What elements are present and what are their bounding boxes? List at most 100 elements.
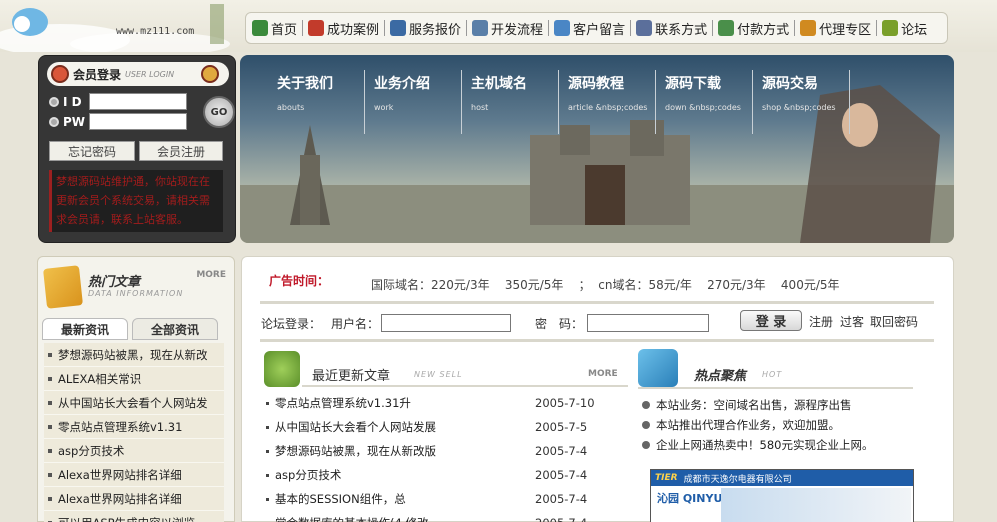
sidebar-tabs: 最新资讯 全部资讯 xyxy=(42,318,230,340)
nav-icon xyxy=(636,20,653,36)
divider xyxy=(260,339,934,342)
banner-menu-1[interactable]: 业务介绍 work xyxy=(374,73,430,112)
forum-label: 论坛登录： xyxy=(261,316,322,331)
news-date: 2005-7-4 xyxy=(535,492,588,506)
list-item[interactable]: 从中国站长大会看个人网站发 xyxy=(44,391,224,415)
member-register-button[interactable]: 会员注册 xyxy=(139,141,223,161)
nav-item-6[interactable]: 付款方式 xyxy=(718,19,789,38)
bullet-icon xyxy=(48,424,52,429)
id-label: I D xyxy=(63,94,82,109)
banner-menu-divider xyxy=(364,70,365,134)
divider xyxy=(638,387,913,389)
bullet-icon xyxy=(642,421,650,429)
hot-row[interactable]: 本站推出代理合作业务，欢迎加盟。 xyxy=(642,415,922,435)
news-row[interactable]: asp分页技术 2005-7-4 xyxy=(266,463,624,487)
nav-item-2[interactable]: 服务报价 xyxy=(390,19,461,38)
sidebar-more-link[interactable]: MORE xyxy=(196,270,226,280)
ad-image[interactable]: TIER 成都市天逸尔电器有限公司 沁园 QINYUAN xyxy=(650,469,914,522)
banner-menu-divider xyxy=(752,70,753,134)
news-title: 零点站点管理系统v1.31升 xyxy=(275,396,411,410)
sidebar-list: 梦想源码站被黑，现在从新改 ALEXA相关常识从中国站长大会看个人网站发零点站点管… xyxy=(44,343,224,522)
ad-text: 国际域名：220元/3年 350元/5年 ； cn域名：58元/年 270元/3… xyxy=(371,278,840,292)
sidebar-subtitle: DATA INFORMATION xyxy=(88,289,184,298)
bullet-icon xyxy=(48,376,52,381)
main-content: 广告时间： 国际域名：220元/3年 350元/5年 ； cn域名：58元/年 … xyxy=(241,256,954,522)
forum-login-row: 论坛登录： 用户名： 密 码： xyxy=(261,313,710,333)
ad-brand-bar: TIER 成都市天逸尔电器有限公司 xyxy=(651,470,913,486)
news-row[interactable]: 常会数据库的基本操作(4 修改2005-7-4 xyxy=(266,511,624,522)
tab-latest-news[interactable]: 最新资讯 xyxy=(42,318,128,340)
list-item-label: 梦想源码站被黑，现在从新改 xyxy=(58,347,208,362)
list-item[interactable]: ALEXA相关常识 xyxy=(44,367,224,391)
nav-icon xyxy=(718,20,735,36)
list-item-label: Alexa世界网站排名详细 xyxy=(58,467,182,482)
banner-menu-4[interactable]: 源码下载 down &nbsp;codes xyxy=(665,73,741,112)
list-item[interactable]: Alexa世界网站排名详细 xyxy=(44,487,224,511)
banner-menu-5[interactable]: 源码交易 shop &nbsp;codes xyxy=(762,73,836,112)
banner-menu-divider xyxy=(461,70,462,134)
banner-menu-sub: host xyxy=(471,103,489,112)
nav-separator xyxy=(466,20,468,36)
bullet-icon xyxy=(266,449,269,453)
nav-item-4[interactable]: 客户留言 xyxy=(554,19,625,38)
tab-all-news[interactable]: 全部资讯 xyxy=(132,318,218,340)
login-subtitle: USER LOGIN xyxy=(125,69,175,79)
forum-password-input[interactable] xyxy=(587,314,710,332)
list-item[interactable]: 零点站点管理系统v1.31 xyxy=(44,415,224,439)
forum-username-input[interactable] xyxy=(381,314,512,332)
list-item-label: 从中国站长大会看个人网站发 xyxy=(58,395,208,410)
banner-menu-divider xyxy=(558,70,559,134)
list-item-label: ALEXA相关常识 xyxy=(58,371,142,386)
ad-company: 成都市天逸尔电器有限公司 xyxy=(683,474,792,485)
bullet-icon xyxy=(48,496,52,501)
list-item[interactable]: 可以用ASP生成内容以浏览 xyxy=(44,511,224,522)
nav-item-1[interactable]: 成功案例 xyxy=(308,19,379,38)
news-title: 从中国站长大会看个人网站发展 xyxy=(275,420,436,434)
nav-separator xyxy=(876,20,878,36)
bullet-icon xyxy=(642,401,650,409)
list-item[interactable]: 梦想源码站被黑，现在从新改 xyxy=(44,343,224,367)
go-button[interactable]: GO xyxy=(203,96,235,128)
news-row[interactable]: 基本的SESSION组件，总 2005-7-4 xyxy=(266,487,624,511)
forgot-password-button[interactable]: 忘记密码 xyxy=(49,141,135,161)
avatar-icon xyxy=(51,65,69,83)
nav-item-8[interactable]: 论坛 xyxy=(882,19,927,38)
list-item[interactable]: asp分页技术 xyxy=(44,439,224,463)
forum-guest-link[interactable]: 过客 xyxy=(840,313,864,330)
news-title: 基本的SESSION组件，总 xyxy=(275,492,406,506)
nav-item-0[interactable]: 首页 xyxy=(252,19,297,38)
nav-item-7[interactable]: 代理专区 xyxy=(800,19,871,38)
news-row[interactable]: 零点站点管理系统v1.31升 2005-7-10 xyxy=(266,391,624,415)
forum-retrieve-password-link[interactable]: 取回密码 xyxy=(870,313,918,330)
id-input[interactable] xyxy=(89,93,187,110)
banner-menu-title: 源码教程 xyxy=(568,76,624,92)
hot-title: 热点聚焦 xyxy=(694,369,747,384)
nav-separator xyxy=(630,20,632,36)
list-item[interactable]: Alexa世界网站排名详细 xyxy=(44,463,224,487)
hot-articles-panel: 热门文章 DATA INFORMATION MORE 最新资讯 全部资讯 梦想源… xyxy=(37,256,235,522)
nav-item-5[interactable]: 联系方式 xyxy=(636,19,707,38)
nav-separator xyxy=(794,20,796,36)
forum-login-button[interactable]: 登 录 xyxy=(740,310,802,331)
hot-row[interactable]: 企业上网通热卖中！580元实现企业上网。 xyxy=(642,435,922,455)
hot-row[interactable]: 本站业务：空间域名出售，源程序出售 xyxy=(642,395,922,415)
news-row[interactable]: 梦想源码站被黑，现在从新改版 2005-7-4 xyxy=(266,439,624,463)
news-title: 梦想源码站被黑，现在从新改版 xyxy=(275,444,436,458)
banner-menu-2[interactable]: 主机域名 host xyxy=(471,73,527,112)
pw-row: PW xyxy=(49,113,187,130)
login-title: 会员登录 xyxy=(73,67,122,82)
banner-menu-sub: down &nbsp;codes xyxy=(665,103,741,112)
nav-item-3[interactable]: 开发流程 xyxy=(472,19,543,38)
news-row[interactable]: 从中国站长大会看个人网站发展 2005-7-5 xyxy=(266,415,624,439)
banner-menu-divider xyxy=(849,70,850,134)
list-item-label: asp分页技术 xyxy=(58,443,125,458)
banner-menu-divider xyxy=(655,70,656,134)
news-more-link[interactable]: MORE xyxy=(588,369,618,379)
banner-menu-3[interactable]: 源码教程 article &nbsp;codes xyxy=(568,73,647,112)
nav-label: 首页 xyxy=(271,22,298,38)
forum-register-link[interactable]: 注册 xyxy=(809,313,833,330)
hot-list: 本站业务：空间域名出售，源程序出售 本站推出代理合作业务，欢迎加盟。 企业上网通热卖… xyxy=(642,395,922,455)
banner-menu-0[interactable]: 关于我们 abouts xyxy=(277,73,333,112)
bullet-icon xyxy=(266,497,269,501)
password-input[interactable] xyxy=(89,113,187,130)
